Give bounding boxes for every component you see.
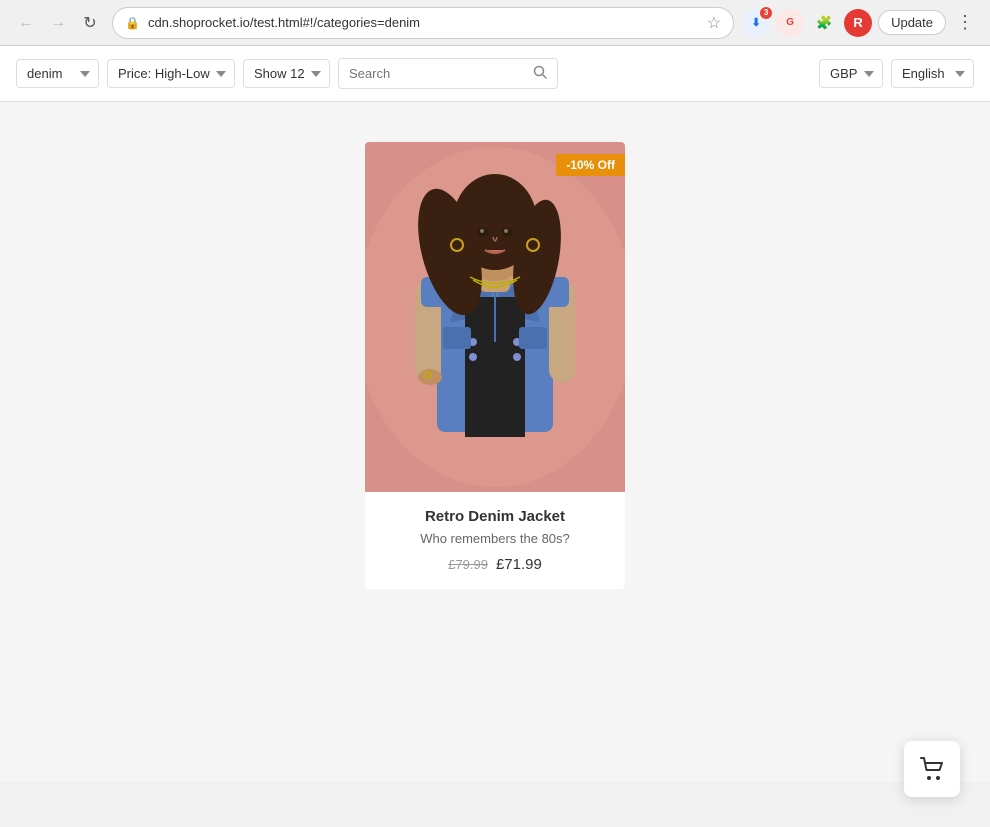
ext-badge: 3: [760, 7, 772, 19]
forward-icon: →: [50, 14, 66, 32]
product-image-wrapper: -10% Off: [365, 142, 625, 492]
nav-buttons: ← → ↻: [12, 9, 104, 37]
bookmark-icon[interactable]: ☆: [707, 13, 721, 33]
sale-price: £71.99: [496, 556, 542, 573]
refresh-icon: ↻: [83, 13, 96, 33]
original-price: £79.99: [448, 557, 488, 572]
product-name: Retro Denim Jacket: [381, 508, 609, 525]
url-text: cdn.shoprocket.io/test.html#!/categories…: [148, 15, 699, 30]
product-info: Retro Denim Jacket Who remembers the 80s…: [365, 492, 625, 589]
back-icon: ←: [18, 14, 34, 32]
search-input[interactable]: [349, 66, 527, 81]
products-grid: -10% Off: [20, 142, 970, 589]
price-select[interactable]: Price: High-LowPrice: Low-High: [107, 59, 235, 88]
currency-select[interactable]: GBPUSDEUR: [819, 59, 883, 88]
cart-button[interactable]: [904, 741, 960, 797]
puzzle-icon: 🧩: [816, 15, 832, 31]
show-select[interactable]: Show 12Show 24Show 48: [243, 59, 330, 88]
category-select[interactable]: denimtopsbottomsshoes: [16, 59, 99, 88]
update-button[interactable]: Update: [878, 10, 946, 35]
product-card[interactable]: -10% Off: [365, 142, 625, 589]
search-wrapper[interactable]: [338, 58, 558, 89]
back-button[interactable]: ←: [12, 9, 40, 37]
address-bar[interactable]: 🔒 cdn.shoprocket.io/test.html#!/categori…: [112, 7, 734, 39]
browser-chrome: ← → ↻ 🔒 cdn.shoprocket.io/test.html#!/ca…: [0, 0, 990, 46]
browser-menu-icon[interactable]: ⋮: [952, 10, 978, 35]
product-description: Who remembers the 80s?: [381, 531, 609, 546]
lock-icon: 🔒: [125, 16, 140, 30]
discount-badge: -10% Off: [556, 154, 625, 176]
forward-button[interactable]: →: [44, 9, 72, 37]
refresh-button[interactable]: ↻: [76, 9, 104, 37]
extensions-icon[interactable]: 🧩: [810, 9, 838, 37]
search-icon: [533, 65, 547, 82]
cart-icon: [919, 756, 945, 782]
browser-actions: ⬇ 3 G 🧩 R Update ⋮: [742, 9, 978, 37]
language-select[interactable]: EnglishFrenchSpanish: [891, 59, 974, 88]
page-content: -10% Off: [0, 102, 990, 782]
google-extension-icon[interactable]: G: [776, 9, 804, 37]
product-image: [365, 142, 625, 492]
filter-toolbar: denimtopsbottomsshoes Price: High-LowPri…: [0, 46, 990, 102]
download-extension-icon[interactable]: ⬇ 3: [742, 9, 770, 37]
product-prices: £79.99 £71.99: [381, 556, 609, 573]
profile-avatar[interactable]: R: [844, 9, 872, 37]
